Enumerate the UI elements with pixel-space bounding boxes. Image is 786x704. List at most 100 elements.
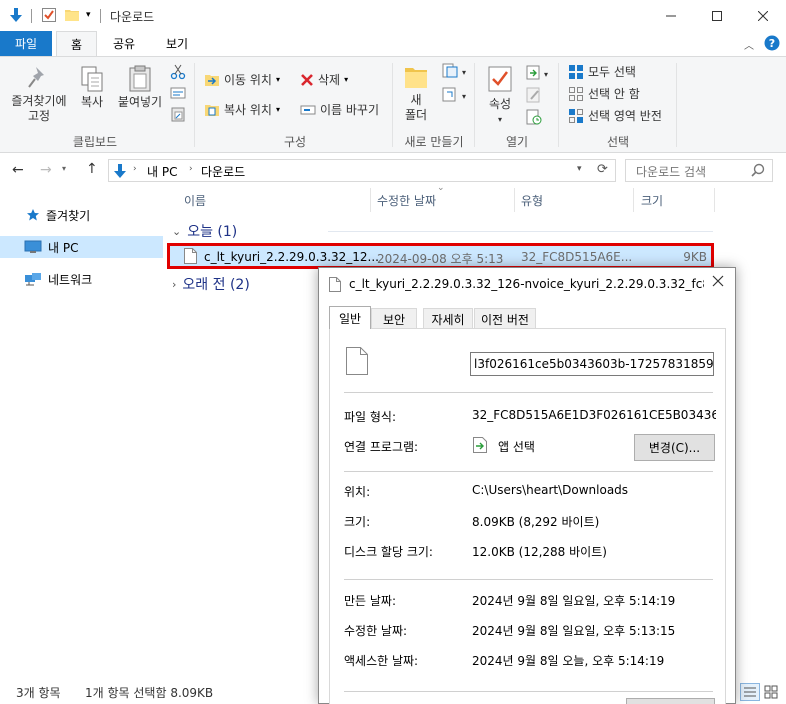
pin-icon (28, 67, 44, 88)
invert-selection-button[interactable]: 선택 영역 반전 (568, 107, 662, 124)
rename-button[interactable]: 이름 바꾸기 (300, 101, 379, 118)
breadcrumb-separator-icon[interactable]: › (133, 164, 137, 174)
column-separator[interactable] (370, 188, 371, 212)
address-bar[interactable]: › 내 PC › 다운로드 ▾ ⟳ (108, 159, 616, 182)
edit-icon[interactable] (526, 87, 542, 103)
select-none-button[interactable]: 선택 안 함 (568, 85, 640, 102)
app-select-icon (473, 437, 487, 453)
help-icon[interactable]: ? (764, 35, 780, 51)
dialog-tab-details[interactable]: 자세히 (423, 308, 473, 329)
delete-button[interactable]: 삭제 ▾ (300, 71, 348, 88)
address-dropdown-icon[interactable]: ▾ (577, 164, 582, 174)
status-selected: 1개 항목 선택함 8.09KB (85, 686, 214, 700)
details-view-button[interactable] (740, 683, 760, 701)
tab-share[interactable]: 공유 (104, 31, 144, 56)
group-header-today[interactable]: ⌄ 오늘 (1) (172, 221, 237, 241)
column-header-modified[interactable]: 수정한 날짜 (377, 187, 507, 213)
nav-item-quick-access[interactable]: 즐겨찾기 (0, 204, 163, 226)
quick-access-down-arrow-icon[interactable] (8, 7, 24, 23)
pin-to-quick-access-button[interactable]: 즐겨찾기에 고정 (6, 65, 72, 124)
select-all-button[interactable]: 모두 선택 (568, 63, 636, 80)
refresh-icon[interactable]: ⟳ (597, 162, 608, 177)
back-arrow-icon[interactable]: ← (12, 162, 24, 178)
easy-access-icon[interactable]: ▾ (442, 87, 466, 103)
opens-with-value: 앱 선택 (498, 440, 535, 454)
tab-file[interactable]: 파일 (0, 31, 52, 56)
dialog-close-icon[interactable] (712, 275, 724, 287)
column-header-type[interactable]: 유형 (521, 187, 631, 213)
nav-item-network[interactable]: 네트워크 (0, 268, 163, 290)
copy-to-label: 복사 위치 (224, 103, 272, 117)
minimize-button[interactable] (648, 0, 694, 31)
svg-text:▾: ▾ (462, 92, 466, 101)
column-header-name[interactable]: 이름 (184, 187, 364, 213)
window-title: 다운로드 (110, 10, 155, 24)
large-icons-view-button[interactable] (762, 683, 782, 701)
size-value: 8.09KB (8,292 바이트) (472, 515, 600, 529)
svg-text:?: ? (769, 37, 775, 50)
up-arrow-icon[interactable]: ↑ (86, 161, 98, 177)
collapse-chevron-icon: ⌄ (172, 224, 182, 238)
move-to-button[interactable]: 이동 위치 ▾ (204, 71, 280, 88)
ribbon-tab-row: 파일 홈 공유 보기 ︿ ? (0, 31, 786, 56)
dialog-tab-previous-versions[interactable]: 이전 버전 (474, 308, 536, 329)
status-item-count: 3개 항목 (16, 686, 61, 700)
svg-text:▾: ▾ (544, 70, 548, 79)
minimize-icon (666, 15, 676, 16)
tab-home[interactable]: 홈 (56, 31, 97, 56)
breadcrumb-downloads[interactable]: 다운로드 (201, 163, 245, 180)
forward-arrow-icon[interactable]: → (40, 162, 52, 178)
location-label: 위치: (344, 485, 371, 499)
nav-item-this-pc[interactable]: 내 PC (0, 236, 163, 258)
file-type: 32_FC8D515A6E... (521, 250, 633, 264)
created-label: 만든 날짜: (344, 594, 397, 608)
dialog-tab-general[interactable]: 일반 (329, 306, 371, 329)
new-item-icon[interactable]: ▾ (442, 63, 466, 79)
address-row: ← → ▾ ↑ › 내 PC › 다운로드 ▾ ⟳ 다운로드 검색 (0, 153, 786, 187)
new-folder-quick-icon[interactable] (64, 7, 80, 23)
cut-icon[interactable] (170, 64, 186, 80)
expand-ribbon-chevron-icon[interactable]: ︿ (744, 37, 754, 52)
new-folder-label-line1: 새 (410, 93, 422, 107)
nav-label: 내 PC (48, 240, 79, 255)
breadcrumb-separator-icon[interactable]: › (189, 164, 193, 174)
paste-shortcut-icon[interactable] (170, 106, 186, 122)
tab-view[interactable]: 보기 (155, 31, 199, 56)
close-button[interactable] (740, 0, 786, 31)
copy-button[interactable]: 복사 (74, 65, 110, 110)
opens-with-label: 연결 프로그램: (344, 440, 419, 454)
history-icon[interactable] (526, 109, 542, 125)
column-separator[interactable] (714, 188, 715, 212)
copy-to-button[interactable]: 복사 위치 ▾ (204, 101, 280, 118)
dialog-tab-security[interactable]: 보안 (371, 308, 417, 329)
properties-check-icon[interactable] (41, 7, 57, 23)
properties-button[interactable]: 속성 ▾ (482, 65, 518, 127)
general-panel: l3f026161ce5b0343603b-1725783185932 파일 형… (329, 328, 726, 704)
search-input[interactable]: 다운로드 검색 (636, 163, 706, 180)
change-button[interactable]: 변경(C)... (634, 434, 715, 461)
paste-button[interactable]: 붙여넣기 (113, 65, 167, 110)
accessed-value: 2024년 9월 8일 오늘, 오후 5:14:19 (472, 654, 665, 668)
column-separator[interactable] (633, 188, 634, 212)
column-separator[interactable] (514, 188, 515, 212)
filename-field[interactable]: l3f026161ce5b0343603b-1725783185932 (470, 352, 714, 376)
maximize-button[interactable] (694, 0, 740, 31)
search-box[interactable]: 다운로드 검색 (625, 159, 773, 182)
new-folder-button[interactable]: 새 폴더 (398, 63, 434, 123)
select-none-icon (569, 86, 583, 101)
group-header-long-ago[interactable]: › 오래 전 (2) (172, 274, 250, 294)
file-modified: 2024-09-08 오후 5:13 (377, 252, 504, 266)
column-header-size[interactable]: 크기 (641, 187, 711, 213)
group-separator (474, 63, 475, 147)
delete-x-icon (301, 73, 313, 86)
breadcrumb-this-pc[interactable]: 내 PC (147, 163, 177, 180)
open-icon[interactable]: ▾ (526, 65, 550, 81)
advanced-button[interactable] (626, 698, 715, 704)
new-folder-icon (405, 68, 427, 88)
invert-selection-icon (569, 108, 583, 123)
recent-locations-chevron-icon[interactable]: ▾ (62, 164, 66, 173)
copy-label: 복사 (80, 95, 104, 109)
copy-path-icon[interactable] (170, 86, 186, 100)
group-separator (392, 63, 393, 147)
customize-quick-access-icon[interactable]: ▾ (86, 10, 91, 20)
